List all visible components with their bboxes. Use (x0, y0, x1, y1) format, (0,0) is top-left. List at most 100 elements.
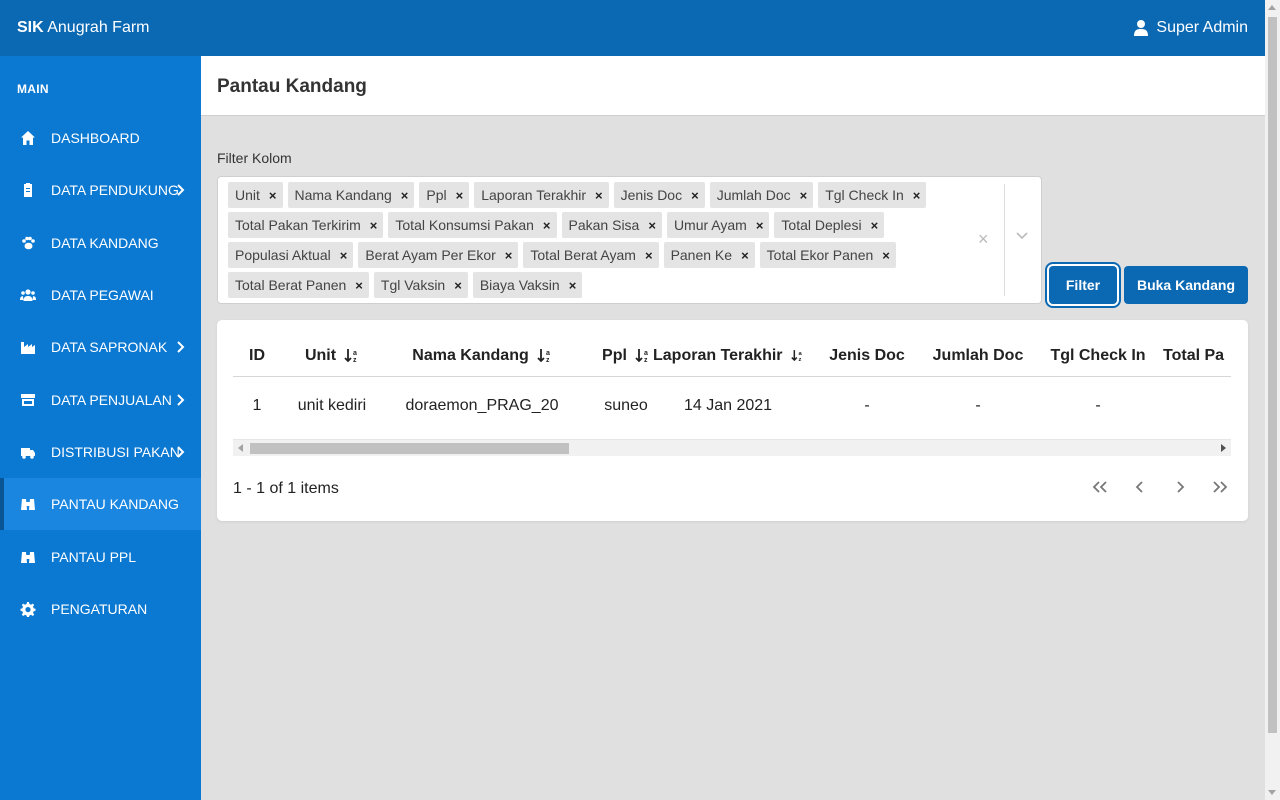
filter-tag: Biaya Vaksin × (472, 272, 583, 298)
pagination-info: 1 - 1 of 1 items (233, 480, 339, 497)
filter-tag: Total Ekor Panen × (759, 242, 896, 268)
remove-tag-icon[interactable]: × (401, 188, 409, 203)
sidebar-item-label: DATA PENJUALAN (51, 391, 172, 408)
data-table-card: ID Unit a z Nama Kandang a z Ppl a z Laporan Terak… (217, 320, 1248, 521)
remove-tag-icon[interactable]: × (756, 218, 764, 233)
sidebar-item-pantau-kandang[interactable]: PANTAU KANDANG (0, 478, 201, 531)
sidebar-item-distribusi-pakan[interactable]: DISTRIBUSI PAKAN (0, 426, 201, 478)
sidebar-item-data-pendukung[interactable]: DATA PENDUKUNG (0, 164, 201, 216)
table-cell: - (864, 396, 870, 414)
sidebar: MAIN DASHBOARD DATA PENDUKUNG DATA KANDANG… (0, 56, 201, 800)
filter-tag: Total Deplesi × (774, 212, 885, 238)
double-chevron-left-icon (1092, 481, 1107, 493)
remove-tag-icon[interactable]: × (505, 248, 513, 263)
table-cell: 1 (252, 396, 262, 414)
svg-text:z: z (546, 357, 550, 363)
filter-tag: Total Berat Ayam × (523, 242, 659, 268)
remove-tag-icon[interactable]: × (569, 278, 577, 293)
scroll-down-icon[interactable] (1268, 790, 1276, 795)
remove-tag-icon[interactable]: × (913, 188, 921, 203)
data-table: ID Unit a z Nama Kandang a z Ppl a z Laporan Terak… (233, 334, 1231, 456)
sort-icon[interactable]: az (635, 348, 650, 363)
sidebar-item-dashboard[interactable]: DASHBOARD (0, 112, 201, 164)
clipboard-icon (19, 182, 37, 198)
filter-tag: Tgl Vaksin × (373, 272, 468, 298)
sidebar-item-label: DISTRIBUSI PAKAN (51, 443, 180, 460)
remove-tag-icon[interactable]: × (645, 248, 653, 263)
table-header: ID Unit a z Nama Kandang a z Ppl a z Laporan Terak… (233, 334, 1231, 377)
remove-tag-icon[interactable]: × (800, 188, 808, 203)
last-page-button[interactable] (1210, 477, 1230, 497)
remove-tag-icon[interactable]: × (648, 218, 656, 233)
page-scrollbar-thumb[interactable] (1268, 17, 1277, 733)
scroll-up-icon[interactable] (1268, 5, 1276, 10)
filter-tag-label: Total Ekor Panen (766, 247, 874, 263)
sidebar-item-pengaturan[interactable]: PENGATURAN (0, 583, 201, 635)
column-header-label: Jenis Doc (829, 346, 905, 364)
sidebar-item-pantau-ppl[interactable]: PANTAU PPL (0, 530, 201, 582)
remove-tag-icon[interactable]: × (370, 218, 378, 233)
user-menu[interactable]: Super Admin (1134, 19, 1248, 37)
column-header: Jenis Doc (811, 334, 923, 377)
remove-tag-icon[interactable]: × (871, 218, 879, 233)
remove-tag-icon[interactable]: × (340, 248, 348, 263)
sidebar-item-label: PENGATURAN (51, 600, 148, 617)
sidebar-item-data-kandang[interactable]: DATA KANDANG (0, 217, 201, 269)
filter-tag-label: Nama Kandang (294, 187, 392, 203)
column-header: Total Pa (1163, 334, 1231, 377)
sidebar-item-label: PANTAU PPL (51, 548, 137, 565)
table-cell: - (975, 396, 981, 414)
filter-button[interactable]: Filter (1049, 266, 1117, 304)
filter-tag: Total Berat Panen × (228, 272, 369, 298)
remove-tag-icon[interactable]: × (595, 188, 603, 203)
multiselect-separator (1004, 184, 1005, 296)
column-header[interactable]: Laporan Terakhir a z (653, 334, 803, 377)
filter-tag-label: Pakan Sisa (568, 217, 640, 233)
filter-tag-label: Berat Ayam Per Ekor (365, 247, 496, 263)
sidebar-item-data-penjualan[interactable]: DATA PENJUALAN (0, 373, 201, 425)
table-row[interactable]: 1 unit kediri doraemon_PRAG_20 suneo 14 Jan … (233, 384, 1231, 428)
users-icon (19, 287, 37, 303)
brand-logo[interactable]: SIK Anugrah Farm (17, 19, 150, 37)
remove-tag-icon[interactable]: × (543, 218, 551, 233)
remove-tag-icon[interactable]: × (741, 248, 749, 263)
scroll-left-icon[interactable] (238, 444, 243, 452)
filter-tag-label: Total Pakan Terkirim (235, 217, 361, 233)
sort-icon[interactable]: az (344, 348, 359, 363)
page-title: Pantau Kandang (217, 76, 367, 97)
sort-icon[interactable]: az (537, 348, 552, 363)
remove-tag-icon[interactable]: × (882, 248, 890, 263)
filter-tag: Umur Ayam × (666, 212, 770, 238)
filter-tag-label: Total Konsumsi Pakan (395, 217, 534, 233)
remove-tag-icon[interactable]: × (355, 278, 363, 293)
clear-all-icon[interactable]: × (978, 229, 989, 250)
column-header-label: Ppl (602, 346, 627, 364)
dropdown-chevron-icon[interactable] (1016, 232, 1028, 240)
first-page-button[interactable] (1090, 477, 1110, 497)
prev-page-button[interactable] (1130, 477, 1150, 497)
column-header[interactable]: Unit a z (281, 334, 383, 377)
buka-kandang-button[interactable]: Buka Kandang (1124, 266, 1248, 304)
column-filter-multiselect[interactable]: Unit × Nama Kandang × Ppl × Laporan Terakhir × J… (217, 176, 1042, 304)
scroll-right-icon[interactable] (1221, 444, 1226, 452)
filter-label: Filter Kolom (217, 150, 292, 166)
brand-name: Anugrah Farm (43, 19, 150, 36)
horizontal-scrollbar[interactable] (233, 439, 1231, 456)
svg-text:z: z (798, 357, 801, 363)
sidebar-item-data-pegawai[interactable]: DATA PEGAWAI (0, 269, 201, 321)
table-cell (1163, 384, 1231, 427)
scrollbar-thumb[interactable] (250, 443, 569, 454)
remove-tag-icon[interactable]: × (269, 188, 277, 203)
table-cell: doraemon_PRAG_20 (405, 396, 559, 414)
next-page-button[interactable] (1170, 477, 1190, 497)
remove-tag-icon[interactable]: × (454, 278, 462, 293)
sidebar-item-data-sapronak[interactable]: DATA SAPRONAK (0, 321, 201, 373)
sidebar-section-title: MAIN (17, 82, 49, 96)
sort-icon[interactable]: az (790, 348, 803, 363)
page-scrollbar[interactable] (1265, 0, 1280, 800)
remove-tag-icon[interactable]: × (456, 188, 464, 203)
filter-tag-label: Total Deplesi (781, 217, 862, 233)
remove-tag-icon[interactable]: × (691, 188, 699, 203)
column-header-label: ID (249, 346, 265, 364)
column-header[interactable]: Nama Kandang a z (383, 334, 581, 377)
